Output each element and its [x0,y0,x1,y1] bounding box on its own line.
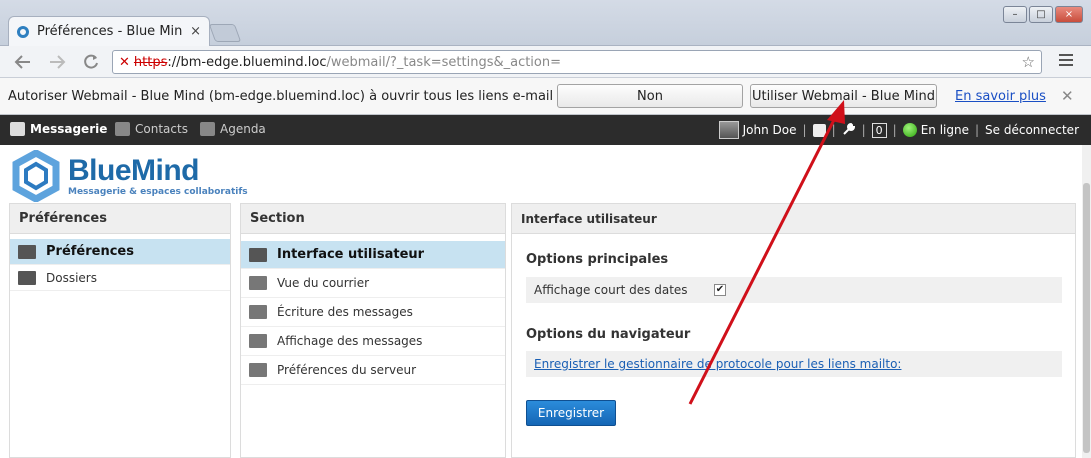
calendar-icon [200,122,215,136]
help-icon[interactable] [812,123,826,137]
section-panel: Section Interface utilisateur Vue du cou… [240,203,506,458]
reload-icon[interactable] [80,51,102,73]
content-panel: Interface utilisateur Options principale… [511,203,1076,458]
prefs-item-dossiers[interactable]: Dossiers [10,265,230,291]
mail-icon [10,122,25,136]
nav-agenda[interactable]: Agenda [200,122,266,136]
section-item-server[interactable]: Préférences du serveur [241,356,505,385]
page-scrollbar[interactable] [1082,145,1091,458]
bookmark-star-icon[interactable]: ☆ [1022,53,1035,71]
use-webmail-button[interactable]: Utiliser Webmail - Blue Mind [750,84,937,108]
browser-tabstrip: Préférences - Blue Min × – □ × [0,0,1091,46]
nav-contacts-label: Contacts [135,122,188,136]
preferences-panel-header: Préférences [10,204,230,234]
section-item-label: Vue du courrier [277,276,370,290]
infobar-close-icon[interactable]: ✕ [1061,87,1074,105]
section-item-display[interactable]: Affichage des messages [241,327,505,356]
short-dates-row: Affichage court des dates ✔ [526,277,1062,303]
save-button[interactable]: Enregistrer [526,400,616,426]
separator: | [831,123,836,137]
prefs-item-preferences[interactable]: Préférences [10,239,230,265]
section-panel-header: Section [241,204,505,234]
short-dates-checkbox[interactable]: ✔ [714,284,726,296]
section-item-label: Préférences du serveur [277,363,417,377]
section-item-interface[interactable]: Interface utilisateur [241,241,505,269]
message-display-icon [249,334,267,348]
logo-subtitle: Messagerie & espaces collaboratifs [68,187,248,197]
contacts-icon [115,122,130,136]
folder-icon [18,270,36,285]
prefs-item-label: Dossiers [46,270,97,285]
minimize-button[interactable]: – [1003,6,1027,23]
short-dates-label: Affichage court des dates [534,283,688,297]
settings-wrench-icon[interactable] [842,122,856,139]
maximize-button[interactable]: □ [1029,6,1053,23]
browser-tab[interactable]: Préférences - Blue Min × [8,16,210,46]
learn-more-link[interactable]: En savoir plus [955,89,1046,104]
deny-button[interactable]: Non [557,84,743,108]
tab-title: Préférences - Blue Min [37,24,183,39]
avatar[interactable] [718,121,739,139]
monitor-icon [18,244,36,259]
section-item-label: Affichage des messages [277,334,423,348]
bluemind-favicon-icon [17,25,29,38]
mailto-row: Enregistrer le gestionnaire de protocole… [526,351,1062,377]
browser-options-title: Options du navigateur [526,327,691,342]
insecure-lock-icon[interactable]: ✕ [119,55,130,70]
new-tab-button[interactable] [208,24,242,42]
notification-badge[interactable]: 0 [871,122,887,138]
back-icon[interactable] [12,51,34,73]
list-view-icon [249,276,267,290]
nav-agenda-label: Agenda [220,122,266,136]
separator: | [892,123,897,137]
user-name[interactable]: John Doe [743,123,797,137]
separator: | [861,123,866,137]
separator: | [974,123,980,137]
tab-close-icon[interactable]: × [190,24,201,39]
main-options-title: Options principales [526,252,669,267]
nav-messagerie[interactable]: Messagerie [10,122,107,136]
url-host: ://bm-edge.bluemind.loc [167,54,327,70]
nav-messagerie-label: Messagerie [30,122,108,136]
bluemind-logo[interactable]: BlueMind Messagerie & espaces collaborat… [10,149,248,203]
protocol-handler-infobar: Autoriser Webmail - Blue Mind (bm-edge.b… [0,78,1091,115]
url-path: /webmail/?_task=settings&_action= [326,54,562,70]
section-item-label: Interface utilisateur [277,247,425,262]
url-scheme: https [133,54,168,70]
browser-menu-icon[interactable] [1059,54,1073,69]
separator: | [802,123,807,137]
content-panel-header: Interface utilisateur [512,204,1075,234]
preferences-panel: Préférences Préférences Dossiers [9,203,231,458]
scrollbar-thumb[interactable] [1083,183,1090,453]
window-controls: – □ × [1003,6,1083,23]
infobar-message: Autoriser Webmail - Blue Mind (bm-edge.b… [8,89,565,104]
logo-title: BlueMind [68,154,199,187]
compose-mail-icon [249,305,267,319]
monitor-icon [249,247,267,262]
app-navbar: Messagerie Contacts Agenda John Doe | | … [0,115,1091,145]
section-item-mailview[interactable]: Vue du courrier [241,269,505,298]
address-bar[interactable]: ✕ https ://bm-edge.bluemind.loc /webmail… [112,50,1042,74]
user-area: John Doe | | | 0 | En ligne | Se déconne… [718,121,1079,139]
bluemind-hexagon-icon [10,149,62,203]
logout-link[interactable]: Se déconnecter [985,123,1079,137]
section-item-compose[interactable]: Écriture des messages [241,298,505,327]
nav-contacts[interactable]: Contacts [115,122,188,136]
forward-icon[interactable] [46,51,68,73]
server-icon [249,363,267,377]
register-mailto-link[interactable]: Enregistrer le gestionnaire de protocole… [534,357,901,371]
window-close-button[interactable]: × [1055,6,1083,23]
online-status-icon [902,123,917,137]
prefs-item-label: Préférences [46,244,134,259]
browser-toolbar: ✕ https ://bm-edge.bluemind.loc /webmail… [0,46,1091,78]
page-content: BlueMind Messagerie & espaces collaborat… [0,145,1091,458]
status-label[interactable]: En ligne [921,123,969,137]
section-item-label: Écriture des messages [277,305,413,319]
